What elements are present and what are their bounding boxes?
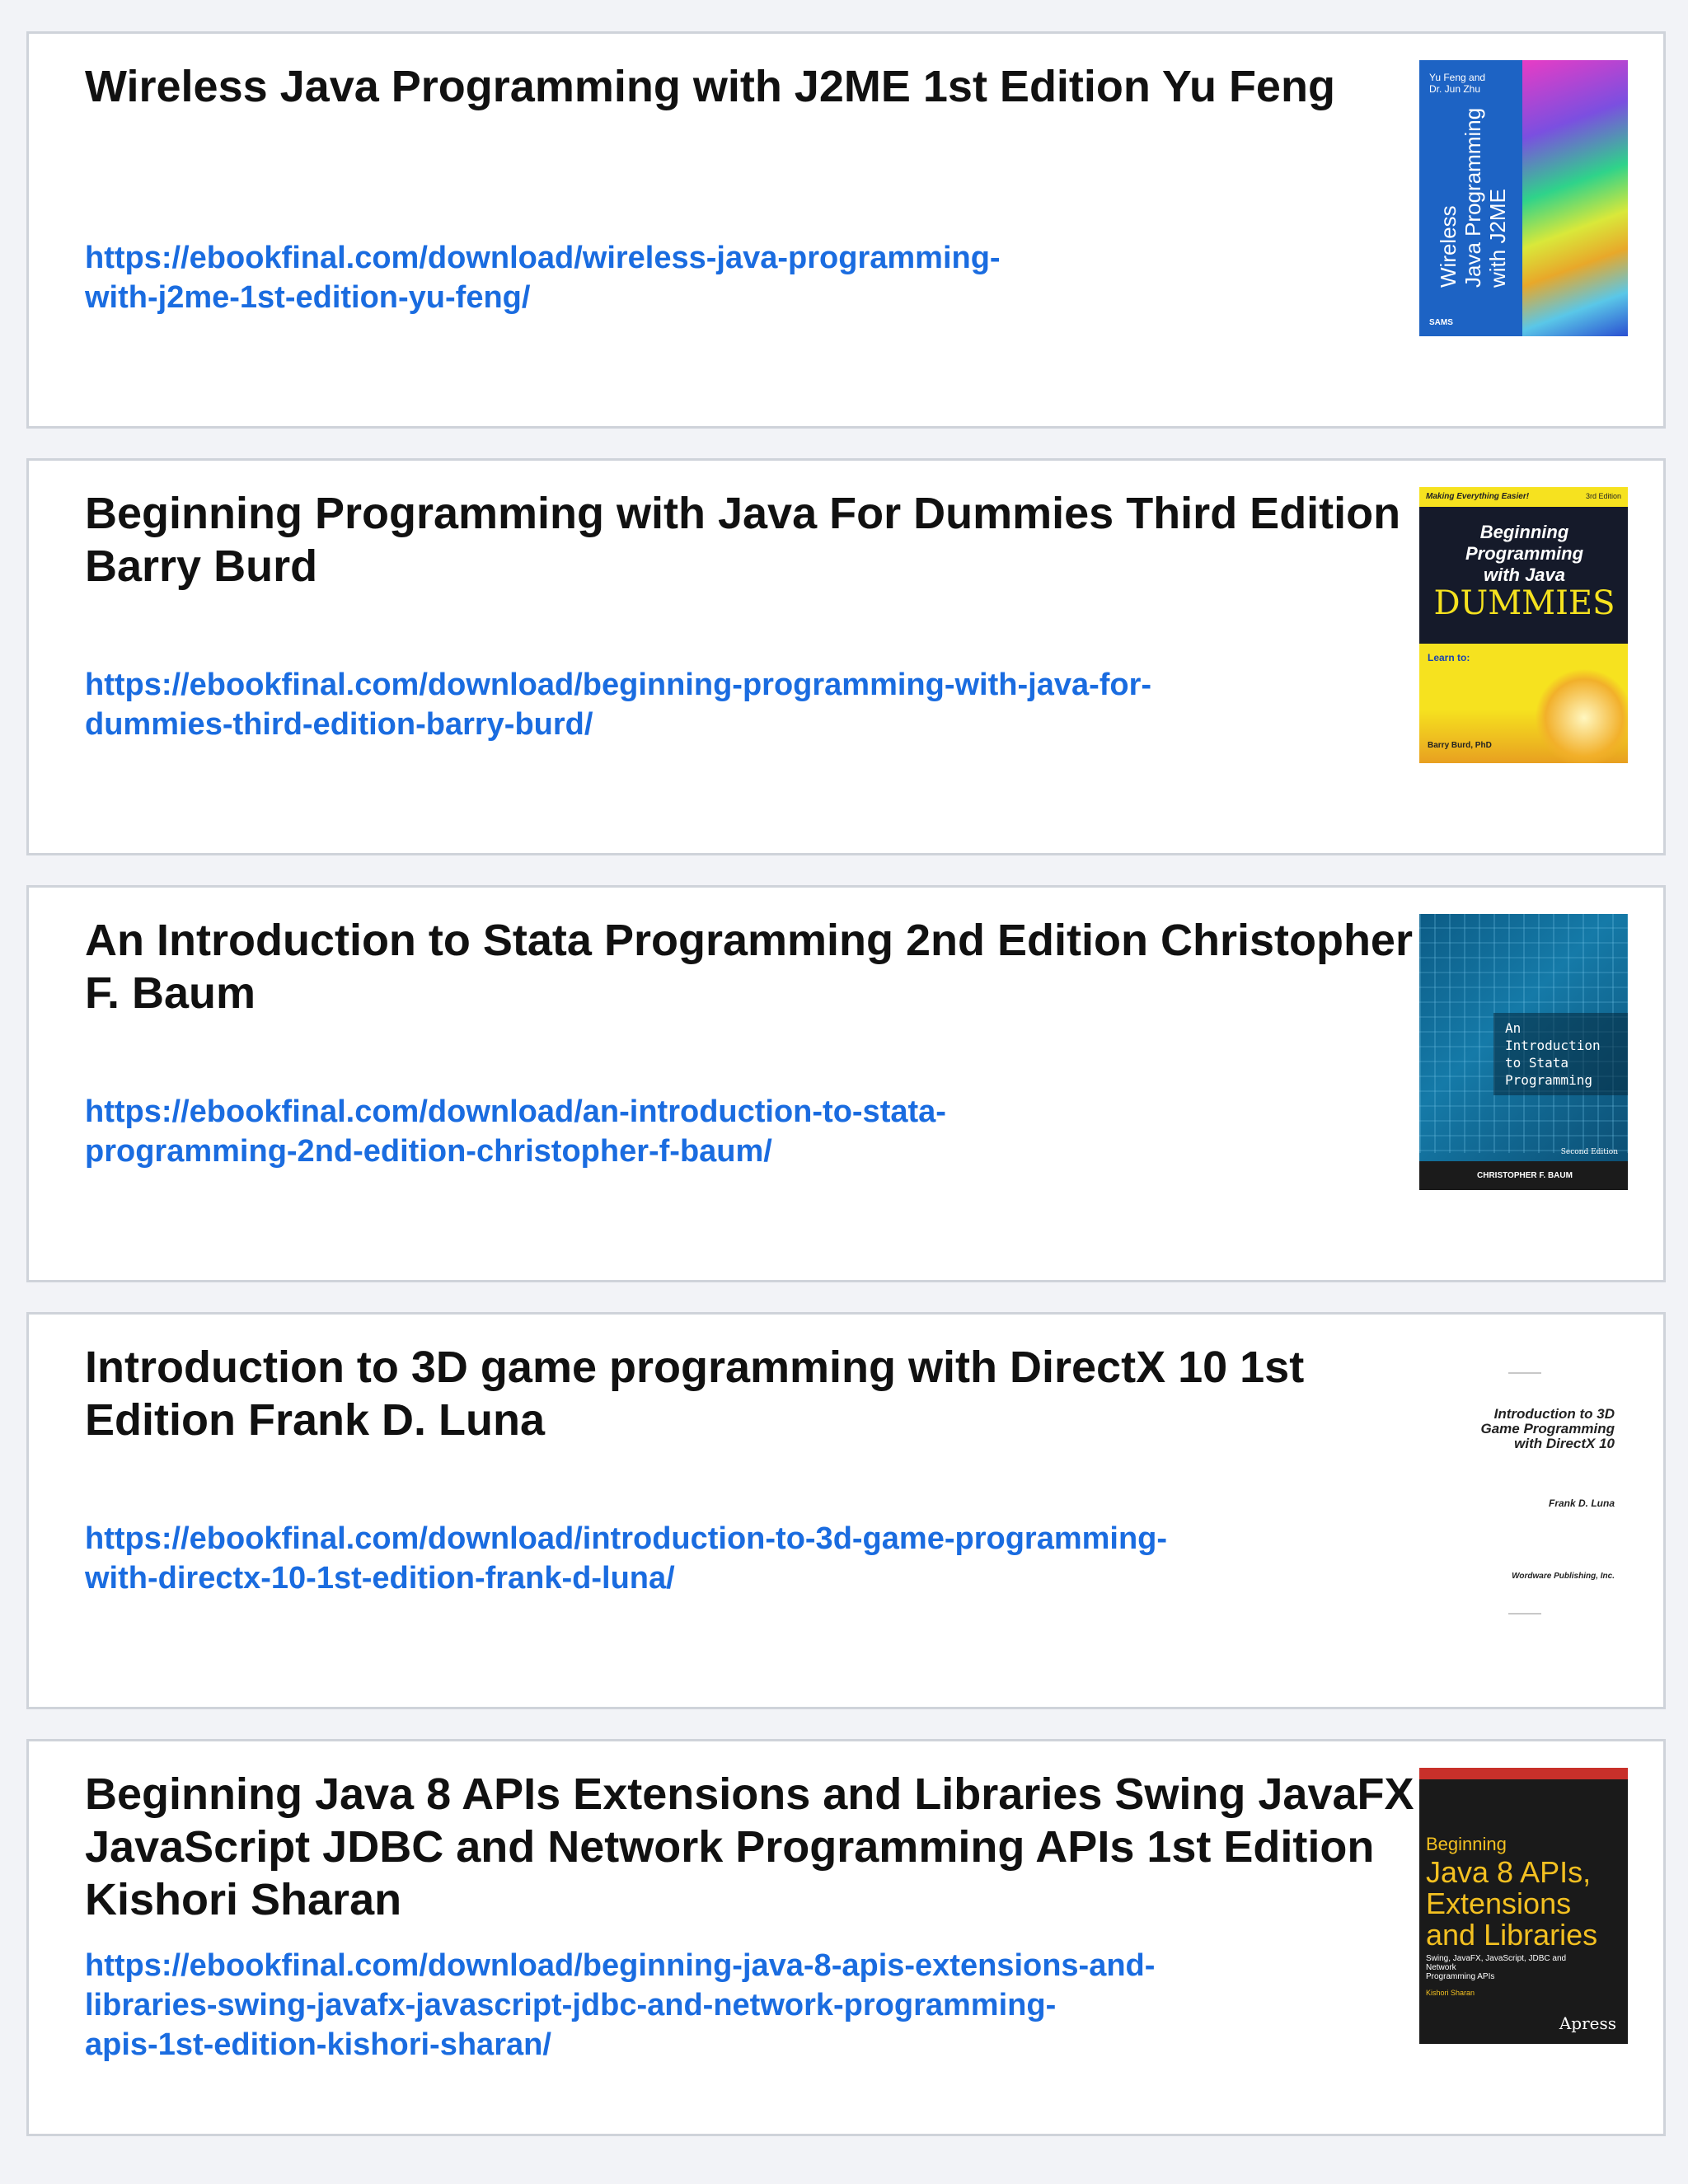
download-link[interactable]: https://ebookfinal.com/download/beginnin… bbox=[85, 665, 1280, 744]
cover-title: Wireless Java Programming with J2ME bbox=[1436, 107, 1510, 288]
book-card: Wireless Java Programming with J2ME 1st … bbox=[26, 31, 1666, 429]
book-title: Introduction to 3D game programming with… bbox=[85, 1343, 1305, 1445]
book-title: An Introduction to Stata Programming 2nd… bbox=[85, 916, 1413, 1018]
book-cover-image[interactable]: Yu Feng and Dr. Jun Zhu Wireless Java Pr… bbox=[1419, 60, 1628, 336]
book-title: Beginning Java 8 APIs Extensions and Lib… bbox=[85, 1769, 1414, 1924]
cover-dummies: DUMMIES bbox=[1433, 584, 1615, 622]
book-cover-image[interactable]: Making Everything Easier! 3rd Edition Be… bbox=[1419, 487, 1628, 763]
cover-author: CHRISTOPHER F. BAUM bbox=[1477, 1171, 1573, 1180]
cover-edition: 3rd Edition bbox=[1585, 492, 1621, 500]
book-title: Wireless Java Programming with J2ME 1st … bbox=[85, 62, 1335, 111]
download-link[interactable]: https://ebookfinal.com/download/beginnin… bbox=[85, 1946, 1280, 2064]
book-card: An Introduction to Stata Programming 2nd… bbox=[26, 885, 1666, 1282]
download-link[interactable]: https://ebookfinal.com/download/an-intro… bbox=[85, 1092, 1280, 1171]
cover-top-bar bbox=[1419, 1768, 1628, 1779]
cover-author: Barry Burd, PhD bbox=[1428, 741, 1492, 750]
cover-publisher: Wordware Publishing, Inc. bbox=[1512, 1572, 1615, 1581]
book-card: Beginning Java 8 APIs Extensions and Lib… bbox=[26, 1739, 1666, 2136]
book-cover-image[interactable]: Introduction to 3D Game Programming with… bbox=[1419, 1341, 1628, 1617]
book-card: Introduction to 3D game programming with… bbox=[26, 1312, 1666, 1709]
cover-title: Beginning Programming with Java bbox=[1465, 522, 1584, 585]
cover-learn: Learn to: bbox=[1428, 652, 1470, 663]
cover-sun bbox=[1535, 668, 1628, 763]
cover-author: Frank D. Luna bbox=[1548, 1497, 1615, 1509]
cover-edition: Second Edition bbox=[1560, 1148, 1618, 1156]
cover-title: An Introduction to Stata Programming bbox=[1505, 1020, 1601, 1088]
book-cover-image[interactable]: An Introduction to Stata Programming Sec… bbox=[1419, 914, 1628, 1190]
cover-artwork bbox=[1522, 60, 1628, 336]
cover-author: Kishori Sharan bbox=[1426, 1989, 1475, 1997]
cover-title: Java 8 APIs, Extensions and Libraries bbox=[1426, 1855, 1598, 1952]
cover-tagline: Making Everything Easier! bbox=[1426, 492, 1530, 501]
cover-title: Introduction to 3D Game Programming with… bbox=[1480, 1406, 1615, 1451]
book-card: Beginning Programming with Java For Dumm… bbox=[26, 458, 1666, 855]
download-link[interactable]: https://ebookfinal.com/download/wireless… bbox=[85, 238, 1280, 317]
cover-beginning: Beginning bbox=[1426, 1834, 1507, 1854]
book-cover-image[interactable]: Beginning Java 8 APIs, Extensions and Li… bbox=[1419, 1768, 1628, 2044]
cover-subtitle: Swing, JavaFX, JavaScript, JDBC and Netw… bbox=[1426, 1954, 1567, 1981]
book-title: Beginning Programming with Java For Dumm… bbox=[85, 489, 1401, 591]
cover-publisher: SAMS bbox=[1429, 318, 1453, 327]
cover-authors: Yu Feng and Dr. Jun Zhu bbox=[1429, 72, 1486, 95]
cover-copyright-mark bbox=[1508, 1613, 1541, 1615]
cover-publisher: Apress bbox=[1559, 2013, 1616, 2033]
download-link[interactable]: https://ebookfinal.com/download/introduc… bbox=[85, 1519, 1280, 1598]
cover-copyright-mark bbox=[1508, 1372, 1541, 1374]
